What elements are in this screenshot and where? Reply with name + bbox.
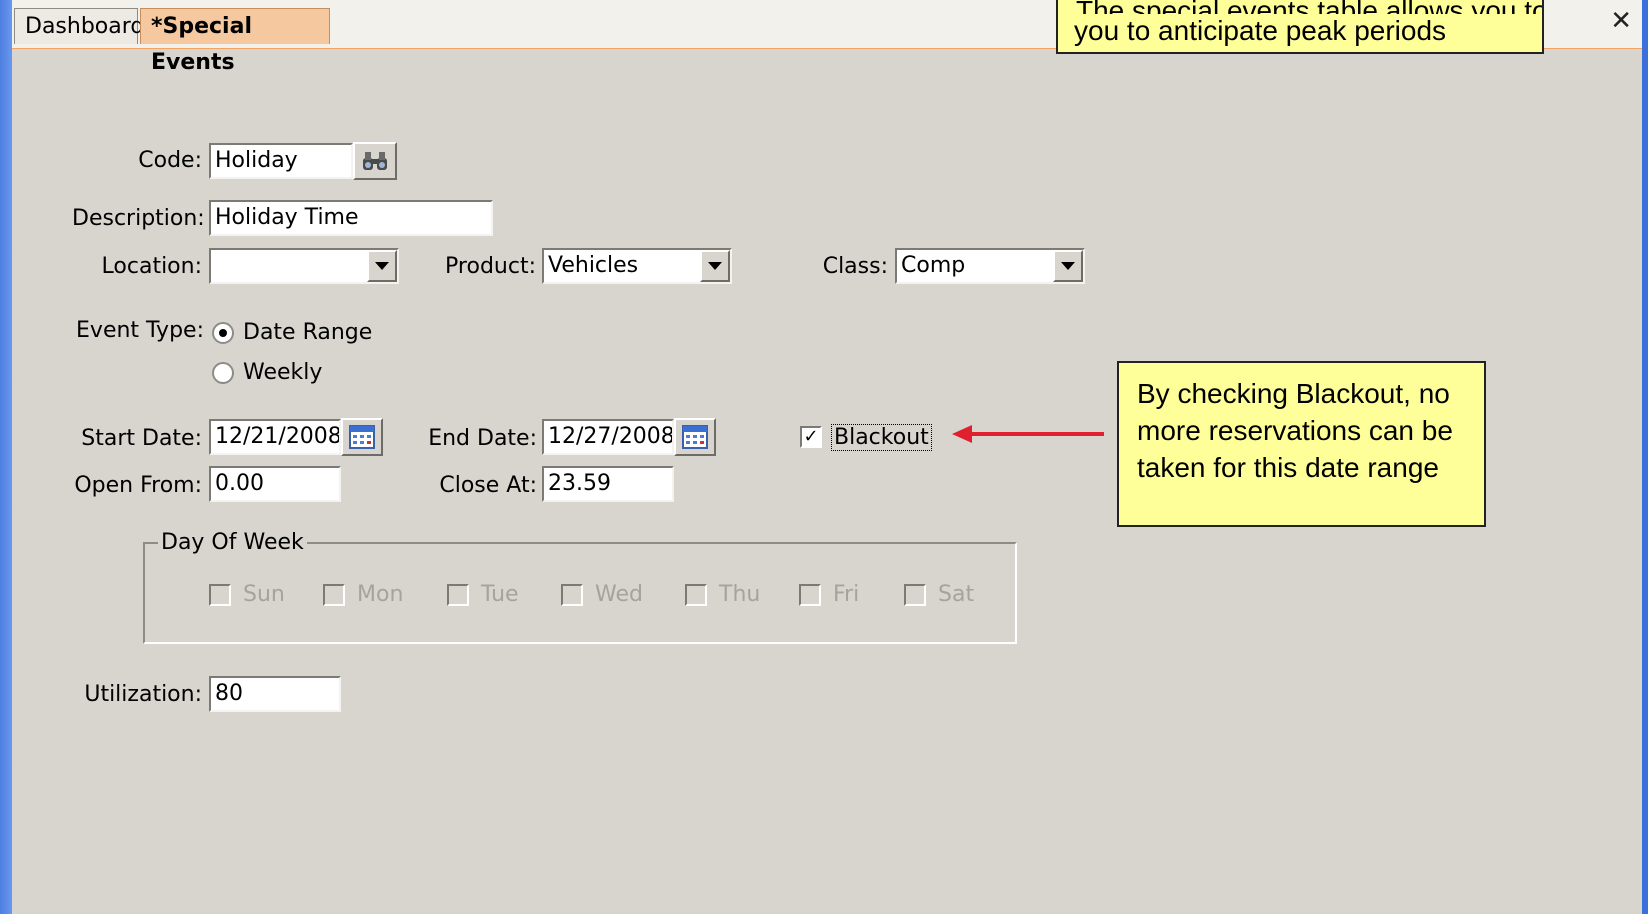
callout-arrow xyxy=(970,432,1104,436)
close-at-label: Close At: xyxy=(439,473,537,498)
tab-special-events[interactable]: *Special Events xyxy=(140,8,330,75)
close-at-field[interactable]: 23.59 xyxy=(542,466,674,502)
product-dropdown-button[interactable] xyxy=(700,250,730,282)
day-mon-label: Mon xyxy=(357,582,404,607)
description-field[interactable]: Holiday Time xyxy=(209,200,493,236)
start-date-field[interactable]: 12/21/2008 xyxy=(209,419,341,455)
radio-weekly[interactable] xyxy=(212,362,234,384)
day-sat-checkbox[interactable] xyxy=(904,584,926,606)
class-dropdown-button[interactable] xyxy=(1053,250,1083,282)
open-from-field[interactable]: 0.00 xyxy=(209,466,341,502)
tab-dashboard[interactable]: Dashboard xyxy=(14,8,144,44)
blackout-checkbox[interactable]: ✓ xyxy=(800,426,822,448)
day-wed-checkbox[interactable] xyxy=(561,584,583,606)
end-date-label: End Date: xyxy=(428,426,537,451)
product-label: Product: xyxy=(445,254,536,279)
day-mon-checkbox[interactable] xyxy=(323,584,345,606)
close-icon[interactable]: ✕ xyxy=(1610,6,1632,36)
callout-arrow-head xyxy=(952,425,972,443)
class-label: Class: xyxy=(822,254,888,279)
calendar-icon xyxy=(349,425,375,449)
blackout-label[interactable]: Blackout xyxy=(831,424,932,451)
start-date-calendar-button[interactable] xyxy=(341,418,383,456)
day-tue-label: Tue xyxy=(481,582,519,607)
location-dropdown-button[interactable] xyxy=(367,250,397,282)
desktop-edge-right xyxy=(1642,0,1648,914)
day-tue-checkbox[interactable] xyxy=(447,584,469,606)
day-thu-label: Thu xyxy=(719,582,761,607)
dropdown-arrow-icon xyxy=(375,262,389,270)
top-callout-text: you to anticipate peak periods xyxy=(1074,15,1447,46)
radio-weekly-label: Weekly xyxy=(243,360,323,385)
day-thu-checkbox[interactable] xyxy=(685,584,707,606)
day-sun-checkbox[interactable] xyxy=(209,584,231,606)
day-of-week-title: Day Of Week xyxy=(158,530,307,555)
event-type-label: Event Type: xyxy=(76,318,204,343)
top-callout-visible: you to anticipate peak periods xyxy=(1058,14,1542,52)
day-wed-label: Wed xyxy=(595,582,643,607)
day-sun-label: Sun xyxy=(243,582,285,607)
description-label: Description: xyxy=(72,206,205,231)
binoculars-icon xyxy=(363,152,387,170)
location-label: Location: xyxy=(101,254,202,279)
end-date-calendar-button[interactable] xyxy=(674,418,716,456)
blackout-callout: By checking Blackout, no more reservatio… xyxy=(1117,361,1486,527)
dropdown-arrow-icon xyxy=(1061,262,1075,270)
calendar-icon xyxy=(682,425,708,449)
code-label: Code: xyxy=(138,148,202,173)
start-date-label: Start Date: xyxy=(81,426,202,451)
dropdown-arrow-icon xyxy=(708,262,722,270)
day-fri-label: Fri xyxy=(833,582,860,607)
day-fri-checkbox[interactable] xyxy=(799,584,821,606)
open-from-label: Open From: xyxy=(74,473,202,498)
lookup-button[interactable] xyxy=(353,142,397,180)
desktop-edge-left xyxy=(0,0,12,914)
utilization-label: Utilization: xyxy=(84,682,202,707)
day-sat-label: Sat xyxy=(938,582,975,607)
radio-date-range-label: Date Range xyxy=(243,320,373,345)
code-field[interactable]: Holiday xyxy=(209,143,353,179)
radio-date-range[interactable] xyxy=(212,322,234,344)
end-date-field[interactable]: 12/27/2008 xyxy=(542,419,674,455)
utilization-field[interactable]: 80 xyxy=(209,676,341,712)
